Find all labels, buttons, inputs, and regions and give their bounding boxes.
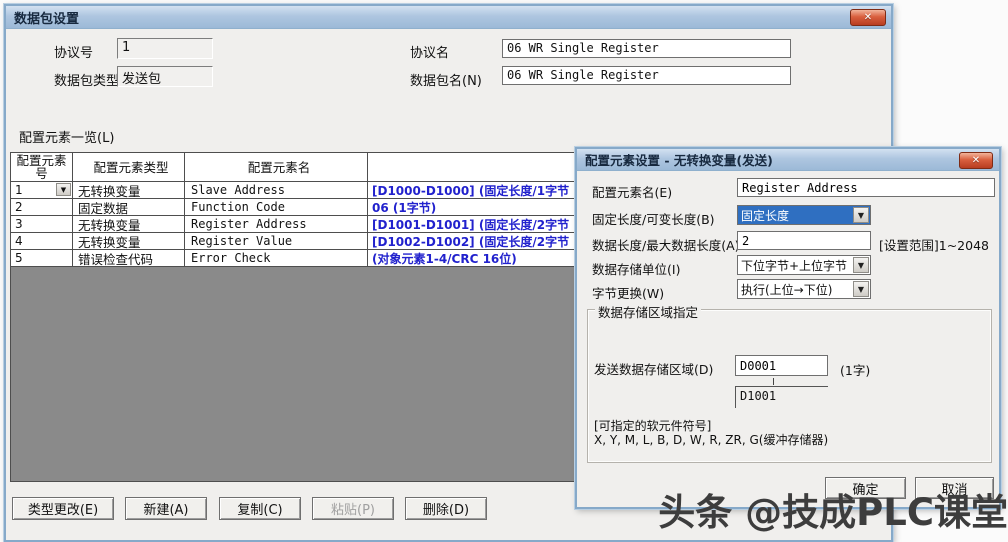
row4-no-cell[interactable]: 4 bbox=[11, 233, 73, 250]
row4-name[interactable]: Register Value bbox=[185, 233, 368, 250]
protocol-no-label: 协议号 bbox=[54, 42, 93, 61]
row2-type[interactable]: 固定数据 bbox=[73, 199, 185, 216]
element-dialog-title: 配置元素设置 - 无转换变量(发送) bbox=[585, 150, 773, 169]
element-list-label: 配置元素一览(L) bbox=[19, 127, 114, 146]
watermark-text: 头条 @技成PLC课堂 bbox=[500, 489, 1008, 537]
protocol-name-value: 06 WR Single Register bbox=[502, 39, 791, 58]
data-length-input[interactable] bbox=[737, 231, 871, 250]
chevron-down-icon[interactable]: ▼ bbox=[56, 183, 71, 196]
element-setting-dialog: 配置元素设置 - 无转换变量(发送) ✕ 配置元素名(E) 固定长度/可变长度(… bbox=[575, 147, 1001, 509]
copy-button[interactable]: 复制(C) bbox=[219, 497, 301, 520]
length-type-label: 固定长度/可变长度(B) bbox=[592, 209, 715, 228]
row2-name[interactable]: Function Code bbox=[185, 199, 368, 216]
device-display-box: D1001 bbox=[735, 386, 828, 408]
row5-type[interactable]: 错误检查代码 bbox=[73, 250, 185, 267]
data-length-range-note: [设置范围]1~2048 bbox=[879, 235, 989, 254]
data-length-label: 数据长度/最大数据长度(A) bbox=[592, 235, 740, 254]
col-header-element-no: 配置元素号 bbox=[11, 153, 73, 182]
col-header-element-name: 配置元素名 bbox=[185, 153, 368, 182]
element-dialog-titlebar[interactable]: 配置元素设置 - 无转换变量(发送) bbox=[577, 149, 999, 171]
element-name-input[interactable] bbox=[737, 178, 995, 197]
device-connector-tick bbox=[773, 378, 774, 385]
row4-type[interactable]: 无转换变量 bbox=[73, 233, 185, 250]
paste-button: 粘贴(P) bbox=[312, 497, 394, 520]
protocol-name-label: 协议名 bbox=[410, 42, 449, 61]
packet-type-label: 数据包类型 bbox=[54, 70, 119, 89]
protocol-no-value: 1 bbox=[117, 38, 213, 59]
row2-no-cell[interactable]: 2 bbox=[11, 199, 73, 216]
row5-no-cell[interactable]: 5 bbox=[11, 250, 73, 267]
packet-name-value: 06 WR Single Register bbox=[502, 66, 791, 85]
new-button[interactable]: 新建(A) bbox=[125, 497, 207, 520]
row3-name[interactable]: Register Address bbox=[185, 216, 368, 233]
send-area-label: 发送数据存储区域(D) bbox=[594, 359, 713, 378]
row1-no-cell[interactable]: 1 ▼ bbox=[11, 182, 73, 199]
byte-swap-label: 字节更换(W) bbox=[592, 283, 664, 302]
packet-dialog-titlebar[interactable]: 数据包设置 bbox=[6, 6, 891, 29]
row1-name[interactable]: Slave Address bbox=[185, 182, 368, 199]
row1-type[interactable]: 无转换变量 bbox=[73, 182, 185, 199]
packet-type-value: 发送包 bbox=[117, 66, 213, 87]
packet-name-label: 数据包名(N) bbox=[410, 70, 482, 89]
row3-type[interactable]: 无转换变量 bbox=[73, 216, 185, 233]
send-area-unit-note: (1字) bbox=[840, 360, 870, 379]
close-icon[interactable]: ✕ bbox=[850, 9, 886, 26]
chevron-down-icon[interactable]: ▼ bbox=[853, 207, 869, 223]
device-note-line2: X, Y, M, L, B, D, W, R, ZR, G(缓冲存储器) bbox=[594, 431, 828, 448]
chevron-down-icon[interactable]: ▼ bbox=[853, 257, 869, 273]
col-header-element-type: 配置元素类型 bbox=[73, 153, 185, 182]
length-type-dropdown[interactable]: 固定长度 ▼ bbox=[737, 205, 871, 225]
packet-dialog-title: 数据包设置 bbox=[14, 8, 79, 27]
row5-name[interactable]: Error Check bbox=[185, 250, 368, 267]
delete-button[interactable]: 删除(D) bbox=[405, 497, 487, 520]
close-icon[interactable]: ✕ bbox=[959, 152, 993, 169]
storage-unit-dropdown[interactable]: 下位字节+上位字节 ▼ bbox=[737, 255, 871, 275]
storage-unit-label: 数据存储单位(I) bbox=[592, 259, 680, 278]
change-type-button[interactable]: 类型更改(E) bbox=[12, 497, 114, 520]
byte-swap-dropdown[interactable]: 执行(上位→下位) ▼ bbox=[737, 279, 871, 299]
row3-no-cell[interactable]: 3 bbox=[11, 216, 73, 233]
send-area-input[interactable] bbox=[735, 355, 828, 376]
storage-area-group-title: 数据存储区域指定 bbox=[595, 302, 701, 321]
element-name-label: 配置元素名(E) bbox=[592, 182, 672, 201]
chevron-down-icon[interactable]: ▼ bbox=[853, 281, 869, 297]
